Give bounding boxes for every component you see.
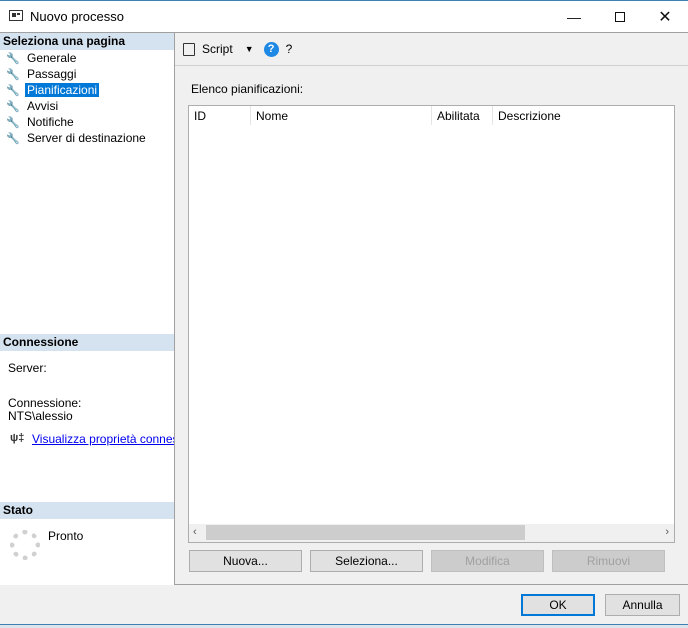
remove-schedule-button[interactable]: Rimuovi [552,550,665,572]
new-schedule-button[interactable]: Nuova... [189,550,302,572]
script-button[interactable]: Script [202,42,233,56]
page-passaggi[interactable]: 🔧 Passaggi [6,66,78,82]
ok-button[interactable]: OK [521,594,595,616]
help-button[interactable]: ? [286,42,293,56]
connection-value: NTS\alessio [8,409,73,423]
wrench-icon: 🔧 [6,100,20,113]
select-page-header: Seleziona una pagina [0,33,174,50]
scroll-left-icon[interactable]: ‹ [193,526,197,538]
server-label: Server: [8,361,47,375]
page-label: Generale [27,51,77,65]
column-header-name[interactable]: Nome [251,106,432,125]
window-bottom-border [0,624,688,628]
horizontal-scrollbar[interactable]: ‹ › [189,524,674,542]
wrench-icon: 🔧 [6,132,20,145]
status-header: Stato [0,502,174,519]
script-dropdown-icon[interactable]: ▼ [245,44,254,54]
window-icon [9,10,23,21]
wrench-icon: 🔧 [6,68,20,81]
page-generale[interactable]: 🔧 Generale [6,50,78,66]
page-label: Avvisi [27,99,59,113]
page-pianificazioni[interactable]: 🔧 Pianificazioni [6,82,100,98]
page-label: Notifiche [27,115,74,129]
page-avvisi[interactable]: 🔧 Avvisi [6,98,60,114]
progress-spinner-icon [10,530,40,560]
schedule-list[interactable]: ID Nome Abilitata Descrizione ‹ › [188,105,675,543]
close-button[interactable]: ✕ [642,1,688,32]
script-icon [183,42,195,56]
page-label: Pianificazioni [25,83,100,97]
toolbar: Script ▼ ? ? [175,33,688,66]
page-server-destinazione[interactable]: 🔧 Server di destinazione [6,130,148,146]
cancel-button[interactable]: Annulla [605,594,680,616]
column-header-enabled[interactable]: Abilitata [432,106,493,125]
page-label: Server di destinazione [27,131,146,145]
maximize-button[interactable] [597,1,643,32]
wrench-icon: 🔧 [6,116,20,129]
scrollbar-thumb[interactable] [206,525,525,540]
edit-schedule-button[interactable]: Modifica [431,550,544,572]
wrench-icon: 🔧 [6,52,20,65]
page-label: Passaggi [27,67,77,81]
plug-icon: ψ‡ [10,432,25,444]
minimize-button[interactable]: — [551,1,597,32]
left-panel: Seleziona una pagina 🔧 Generale 🔧 Passaggi… [0,32,175,585]
window-title: Nuovo processo [30,9,124,24]
title-bar: Nuovo processo — ✕ [0,0,688,32]
help-icon[interactable]: ? [263,41,279,57]
column-header-id[interactable]: ID [189,106,251,125]
main-panel: Script ▼ ? ? Elenco pianificazioni: ID N… [175,32,688,585]
status-value: Pronto [48,529,84,543]
schedule-list-label: Elenco pianificazioni: [191,82,304,96]
select-schedule-button[interactable]: Seleziona... [310,550,423,572]
column-header-description[interactable]: Descrizione [493,106,674,125]
connection-header: Connessione [0,334,174,351]
view-connection-properties-link[interactable]: Visualizza proprietà connessione [32,432,174,446]
wrench-icon: 🔧 [6,84,20,97]
scroll-right-icon[interactable]: › [665,526,669,538]
page-notifiche[interactable]: 🔧 Notifiche [6,114,76,130]
connection-label: Connessione: [8,396,82,410]
